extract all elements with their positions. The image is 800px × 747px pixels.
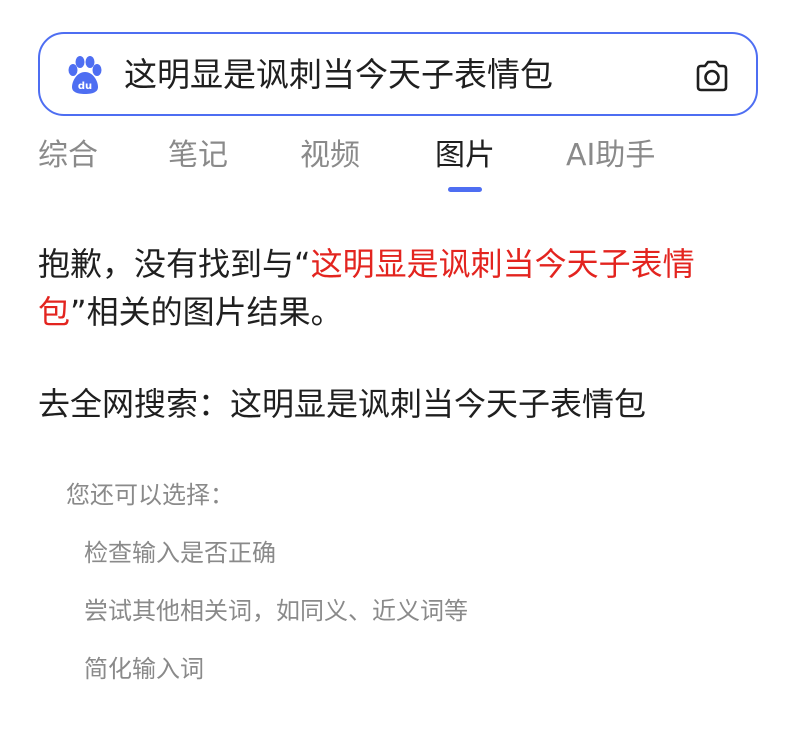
tab-images[interactable]: 图片 bbox=[435, 136, 495, 176]
baidu-paw-logo-icon: du bbox=[68, 56, 102, 94]
svg-text:du: du bbox=[78, 81, 92, 92]
search-bar[interactable]: du 这明显是讽刺当今天子表情包 bbox=[38, 32, 758, 116]
active-tab-indicator bbox=[448, 187, 482, 192]
tab-bar: 综合 笔记 视频 图片 AI助手 bbox=[0, 132, 800, 202]
search-input[interactable]: 这明显是讽刺当今天子表情包 bbox=[124, 54, 553, 96]
tab-notes[interactable]: 笔记 bbox=[168, 136, 228, 176]
tab-ai-assistant[interactable]: AI助手 bbox=[566, 136, 655, 176]
suggestion-item: 简化输入词 bbox=[84, 655, 204, 683]
camera-icon[interactable] bbox=[692, 56, 732, 96]
no-results-suffix: ”相关的图片结果。 bbox=[70, 293, 343, 331]
suggestion-item: 尝试其他相关词，如同义、近义词等 bbox=[84, 597, 468, 625]
no-results-message: 抱歉，没有找到与“这明显是讽刺当今天子表情包”相关的图片结果。 bbox=[38, 240, 768, 336]
tab-videos[interactable]: 视频 bbox=[300, 136, 360, 176]
suggestions-list: 检查输入是否正确 尝试其他相关词，如同义、近义词等 简化输入词 bbox=[84, 536, 468, 710]
full-web-search-link[interactable]: 去全网搜索：这明显是讽刺当今天子表情包 bbox=[38, 380, 646, 428]
suggestions-title: 您还可以选择： bbox=[66, 481, 234, 509]
tab-all[interactable]: 综合 bbox=[38, 136, 98, 176]
suggestion-item: 检查输入是否正确 bbox=[84, 539, 276, 567]
no-results-prefix: 抱歉，没有找到与“ bbox=[38, 245, 311, 283]
